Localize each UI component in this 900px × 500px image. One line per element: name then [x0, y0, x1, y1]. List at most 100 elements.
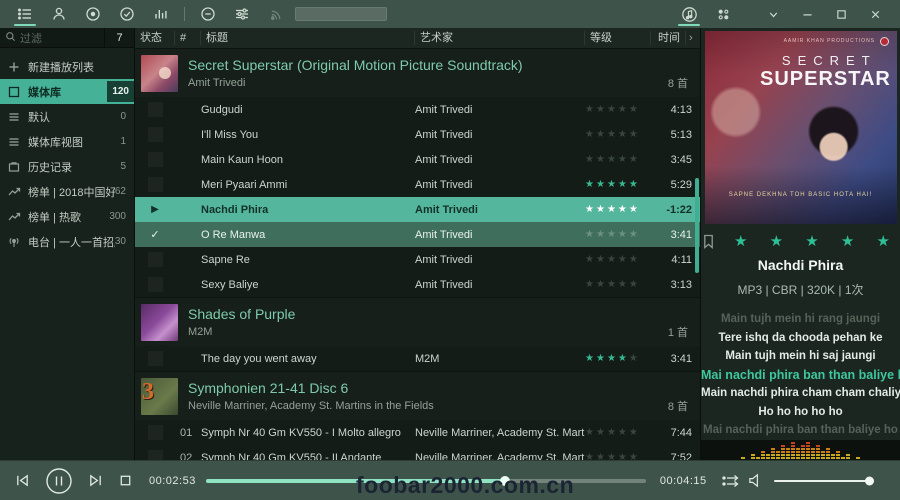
- track-artist: Amit Trivedi: [415, 254, 585, 266]
- close-icon[interactable]: [858, 0, 892, 28]
- track-row[interactable]: Sapne ReAmit Trivedi★★★★★4:11: [135, 247, 700, 272]
- sidebar-item-6[interactable]: 榜单 | 热歌300: [0, 204, 134, 229]
- track-rating[interactable]: ★★★★★: [585, 154, 651, 165]
- minimize-icon[interactable]: [790, 0, 824, 28]
- column-rating[interactable]: 等级: [585, 31, 651, 45]
- spectrum-segment: [781, 457, 785, 459]
- sidebar-item-label: 历史记录: [28, 159, 120, 175]
- playlist-icon[interactable]: [8, 0, 42, 28]
- spectrum-segment: [761, 454, 765, 456]
- column-artist[interactable]: 艺术家: [415, 31, 585, 45]
- stats-icon[interactable]: [144, 0, 178, 28]
- sidebar-item-2[interactable]: 默认0: [0, 104, 134, 129]
- track-row[interactable]: ✓ O Re ManwaAmit Trivedi★★★★★3:41: [135, 222, 700, 247]
- apps-grid-icon[interactable]: [706, 0, 740, 28]
- track-artist: Amit Trivedi: [415, 229, 585, 241]
- watermark-text: foobar2000.com.cn: [356, 472, 574, 499]
- track-title: Sexy Baliye: [201, 279, 415, 291]
- sidebar-item-5[interactable]: 榜单 | 2018中国好...62: [0, 179, 134, 204]
- previous-button[interactable]: [14, 473, 31, 488]
- track-row[interactable]: Main Kaun HoonAmit Trivedi★★★★★3:45: [135, 147, 700, 172]
- sidebar-item-count: 62: [115, 186, 126, 197]
- music-circle-icon[interactable]: [672, 0, 706, 28]
- track-rating[interactable]: ★★★★★: [585, 179, 651, 190]
- playlist-filter[interactable]: 过滤 7: [0, 28, 134, 48]
- volume-icon[interactable]: [747, 473, 764, 488]
- track-row[interactable]: 01Symph Nr 40 Gm KV550 - I Molto allegro…: [135, 420, 700, 445]
- now-playing-panel: AAMIR KHAN PRODUCTIONS SECRET SUPERSTAR …: [700, 28, 900, 460]
- track-rating[interactable]: ★★★★★: [585, 229, 651, 240]
- track-time: 3:41: [651, 229, 700, 241]
- track-rating[interactable]: ★★★★★: [585, 204, 651, 215]
- record-icon[interactable]: [76, 0, 110, 28]
- wireless-icon[interactable]: [259, 0, 293, 28]
- track-time: 7:52: [651, 452, 700, 461]
- album-group-header[interactable]: Shades of PurpleM2M1 首: [135, 297, 700, 346]
- sidebar-item-1[interactable]: 媒体库120: [0, 79, 134, 104]
- sidebar-item-count: 0: [120, 111, 126, 122]
- stop-button[interactable]: [118, 473, 133, 488]
- spectrum-segment: [811, 448, 815, 450]
- track-row[interactable]: Sexy BaliyeAmit Trivedi★★★★★3:13: [135, 272, 700, 297]
- circle-minus-icon[interactable]: [191, 0, 225, 28]
- spectrum-segment: [811, 457, 815, 459]
- track-row[interactable]: I'll Miss YouAmit Trivedi★★★★★5:13: [135, 122, 700, 147]
- scrollbar[interactable]: [695, 48, 699, 460]
- spectrum-segment: [811, 451, 815, 453]
- sidebar-item-7[interactable]: 电台 | 一人一首招牌...30: [0, 229, 134, 254]
- bookmark-icon[interactable]: [702, 234, 715, 249]
- spectrum-segment: [796, 451, 800, 453]
- pause-button[interactable]: [45, 467, 73, 495]
- scrollbar-thumb[interactable]: [695, 178, 699, 273]
- next-button[interactable]: [87, 473, 104, 488]
- column-more-chevron[interactable]: ›: [686, 31, 700, 45]
- track-rating[interactable]: ★★★★★: [585, 452, 651, 460]
- track-title: Gudgudi: [201, 104, 415, 116]
- track-row[interactable]: ▶Nachdi PhiraAmit Trivedi★★★★★-1:22: [135, 197, 700, 222]
- album-thumbnail: [141, 55, 178, 92]
- track-rating[interactable]: ★★★★★: [585, 427, 651, 438]
- check-circle-icon[interactable]: [110, 0, 144, 28]
- track-row[interactable]: GudgudiAmit Trivedi★★★★★4:13: [135, 97, 700, 122]
- track-title: O Re Manwa: [201, 229, 415, 241]
- volume-slider[interactable]: [774, 480, 874, 482]
- status-box: [148, 152, 163, 167]
- spectrum-segment: [781, 445, 785, 447]
- user-icon[interactable]: [42, 0, 76, 28]
- track-rating[interactable]: ★★★★★: [585, 104, 651, 115]
- now-playing-rating[interactable]: ★ ★ ★ ★ ★: [725, 232, 899, 250]
- track-rating[interactable]: ★★★★★: [585, 254, 651, 265]
- volume-knob[interactable]: [865, 476, 874, 485]
- track-rating[interactable]: ★★★★★: [585, 353, 651, 364]
- spectrum-segment: [821, 454, 825, 456]
- spectrum-bar: [826, 447, 830, 461]
- toolbar-search-input[interactable]: [295, 7, 387, 21]
- lyric-line: Main tujh mein hi saj jaungi: [701, 347, 900, 366]
- maximize-icon[interactable]: [824, 0, 858, 28]
- column-title[interactable]: 标题: [201, 31, 415, 45]
- track-row[interactable]: 02Symph Nr 40 Gm KV550 - II AndanteNevil…: [135, 445, 700, 460]
- spectrum-segment: [786, 454, 790, 456]
- album-group-header[interactable]: 3Symphonien 21-41 Disc 6Neville Marriner…: [135, 371, 700, 420]
- column-status[interactable]: 状态: [135, 31, 175, 45]
- sidebar-item-4[interactable]: 历史记录5: [0, 154, 134, 179]
- selected-check-icon: ✓: [135, 228, 175, 241]
- track-rating[interactable]: ★★★★★: [585, 129, 651, 140]
- sidebar-item-count: 1: [120, 136, 126, 147]
- equalizer-icon[interactable]: [225, 0, 259, 28]
- spectrum-bar: [801, 444, 805, 461]
- album-title: Secret Superstar (Original Motion Pictur…: [188, 57, 668, 73]
- sidebar-item-3[interactable]: 媒体库视图1: [0, 129, 134, 154]
- track-row[interactable]: Meri Pyaari AmmiAmit Trivedi★★★★★5:29: [135, 172, 700, 197]
- playback-order-icon[interactable]: [721, 473, 741, 489]
- column-num[interactable]: #: [175, 31, 201, 45]
- filter-placeholder: 过滤: [20, 30, 104, 46]
- chevron-down-icon[interactable]: [756, 0, 790, 28]
- track-row[interactable]: The day you went awayM2M★★★★★3:41: [135, 346, 700, 371]
- column-time[interactable]: 时间: [651, 31, 686, 45]
- track-list-panel: 状态 # 标题 艺术家 等级 时间 › Secret Superstar (Or…: [135, 28, 700, 460]
- status-box: [148, 252, 163, 267]
- album-group-header[interactable]: Secret Superstar (Original Motion Pictur…: [135, 48, 700, 97]
- track-rating[interactable]: ★★★★★: [585, 279, 651, 290]
- sidebar-item-new-playlist[interactable]: 新建播放列表: [0, 54, 134, 79]
